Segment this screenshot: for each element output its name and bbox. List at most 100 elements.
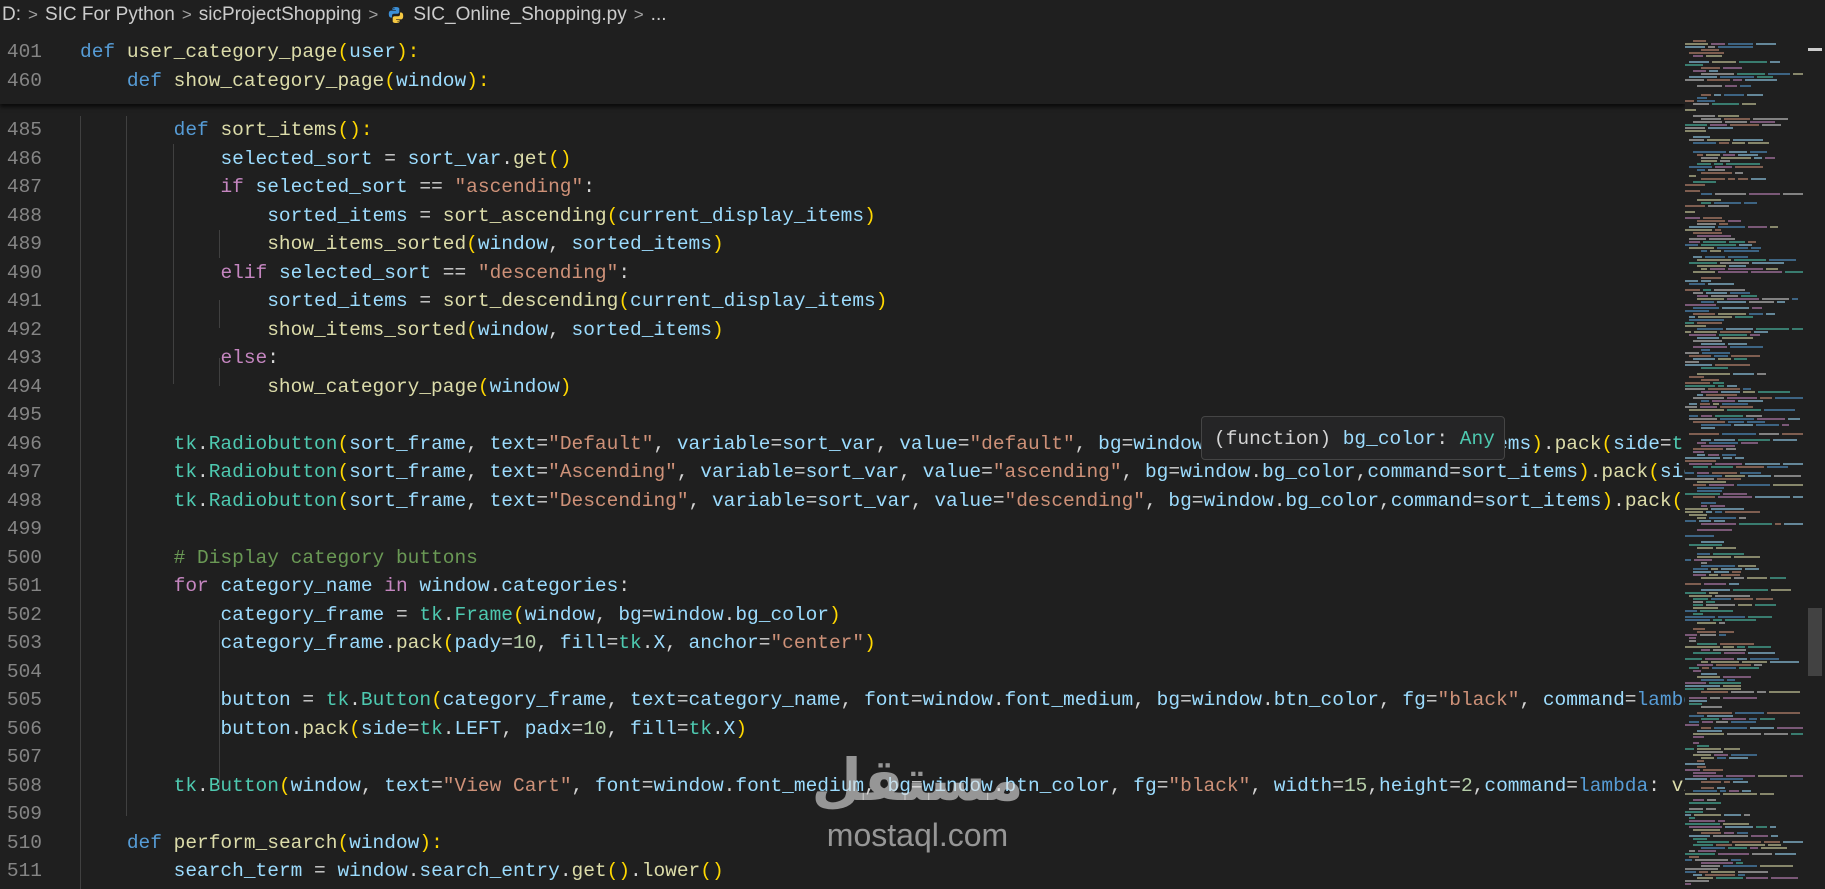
line-number: 498 [6,489,42,512]
sticky-scroll-header[interactable]: 401 def user_category_page(user): 460 def … [0,30,1685,104]
minimap-line [1732,571,1741,573]
code-token: btn_color [1273,689,1380,711]
minimap-line [1689,820,1715,822]
minimap-line [1755,496,1790,498]
minimap-line [1685,778,1707,780]
minimap-line [1760,865,1793,867]
minimap-line [1689,697,1707,699]
code-line[interactable]: 492 show_items_sorted(window, sorted_ite… [0,316,1685,345]
minimap-line [1697,664,1713,666]
code-line[interactable]: 506 button.pack(side=tk.LEFT, padx=10, f… [0,715,1685,744]
minimap-line [1693,733,1724,735]
code-token: "black" [1437,689,1520,711]
breadcrumb-folder-project[interactable]: sicProjectShopping [197,4,364,26]
minimap-line [1685,880,1709,882]
code-line[interactable]: 491 sorted_items = sort_descending(curre… [0,287,1685,316]
code-token: = [1168,461,1181,483]
minimap-line [1758,775,1787,777]
line-code: button.pack(side=tk.LEFT, padx=10, fill=… [80,715,747,744]
code-line[interactable]: 501 for category_name in window.categori… [0,572,1685,601]
minimap-line [1693,232,1722,234]
minimap-line [1748,475,1771,477]
minimap-line [1689,544,1722,546]
code-line[interactable]: 497 tk.Radiobutton(sort_frame, text="Asc… [0,458,1685,487]
code-line[interactable]: 511 search_term = window.search_entry.ge… [0,857,1685,886]
breadcrumb-file[interactable]: SIC_Online_Shopping.py [411,4,628,26]
minimap-line [1723,646,1734,648]
minimap-line [1701,202,1711,204]
minimap[interactable] [1685,30,1805,889]
minimap-line [1733,589,1768,591]
minimap-line [1700,634,1716,636]
minimap-line [1697,547,1713,549]
code-line[interactable]: 502 category_frame = tk.Frame(window, bg… [0,601,1685,630]
code-token: fill [559,632,607,654]
code-token: = [536,432,549,455]
code-line[interactable]: 460 def show_category_page(window): [0,67,1685,96]
minimap-line [1693,844,1713,846]
code-token: . [1273,489,1286,512]
code-token: window [653,774,724,797]
code-line[interactable]: 489 show_items_sorted(window, sorted_ite… [0,230,1685,259]
minimap-line [1751,247,1761,249]
code-token: . [1261,689,1274,711]
code-line[interactable]: 503 category_frame.pack(pady=10, fill=tk… [0,629,1685,658]
code-line[interactable]: 487 if selected_sort == "ascending": [0,173,1685,202]
code-token: = [641,603,654,626]
code-line[interactable]: 494 show_category_page(window) [0,373,1685,402]
code-token: , [606,717,631,740]
vertical-scrollbar[interactable] [1805,30,1825,889]
minimap-line [1718,616,1745,618]
minimap-line [1697,223,1716,225]
code-line[interactable]: 486 selected_sort = sort_var.get() [0,145,1685,174]
code-line[interactable]: 499 [0,515,1685,544]
minimap-line [1723,676,1751,678]
code-token: . [489,575,502,597]
code-line[interactable]: 485 def sort_items(): [0,116,1685,145]
minimap-line [1748,226,1767,228]
code-token: = [1180,689,1192,711]
watermark-logo: مستقل mostaql.com [800,745,1035,855]
minimap-line [1703,289,1711,291]
minimap-line [1710,124,1727,126]
code-token: . [442,717,455,740]
scrollbar-thumb[interactable] [1808,608,1822,676]
code-token: anchor [688,632,759,654]
line-code: selected_sort = sort_var.get() [80,145,571,174]
code-token: . [197,461,209,483]
line-number: 497 [6,461,42,483]
breadcrumb-folder-sic[interactable]: SIC For Python [43,4,177,26]
code-token: height [1379,774,1450,797]
minimap-line [1774,475,1801,477]
minimap-line [1715,415,1743,417]
line-code: sorted_items = sort_ascending(current_di… [80,202,876,231]
breadcrumb-drive[interactable]: D: [0,4,23,26]
minimap-line [1697,265,1726,267]
code-line[interactable]: 498 tk.Radiobutton(sort_frame, text="Des… [0,487,1685,516]
minimap-line [1720,406,1753,408]
code-token: = [1472,489,1485,512]
breadcrumb-symbols[interactable]: ... [649,4,669,26]
minimap-line [1728,268,1763,270]
minimap-line [1737,73,1765,75]
code-line[interactable]: 488 sorted_items = sort_ascending(curren… [0,202,1685,231]
minimap-line [1685,748,1694,750]
minimap-line [1735,172,1743,174]
code-line[interactable]: 505 button = tk.Button(category_frame, t… [0,686,1685,715]
code-token: font [864,689,911,711]
minimap-line [1739,244,1752,246]
code-line[interactable]: 504 [0,658,1685,687]
minimap-line [1751,271,1782,273]
minimap-line [1748,616,1772,618]
minimap-line [1719,634,1726,636]
code-line[interactable]: 490 elif selected_sort == "descending": [0,259,1685,288]
minimap-line [1716,547,1736,549]
minimap-line [1714,571,1729,573]
minimap-line [1723,457,1732,459]
code-line[interactable]: 401 def user_category_page(user): [0,38,1685,67]
minimap-line [1707,79,1730,81]
code-line[interactable]: 500 # Display category buttons [0,544,1685,573]
minimap-line [1689,856,1699,858]
code-line[interactable]: 493 else: [0,344,1685,373]
minimap-line [1746,877,1768,879]
